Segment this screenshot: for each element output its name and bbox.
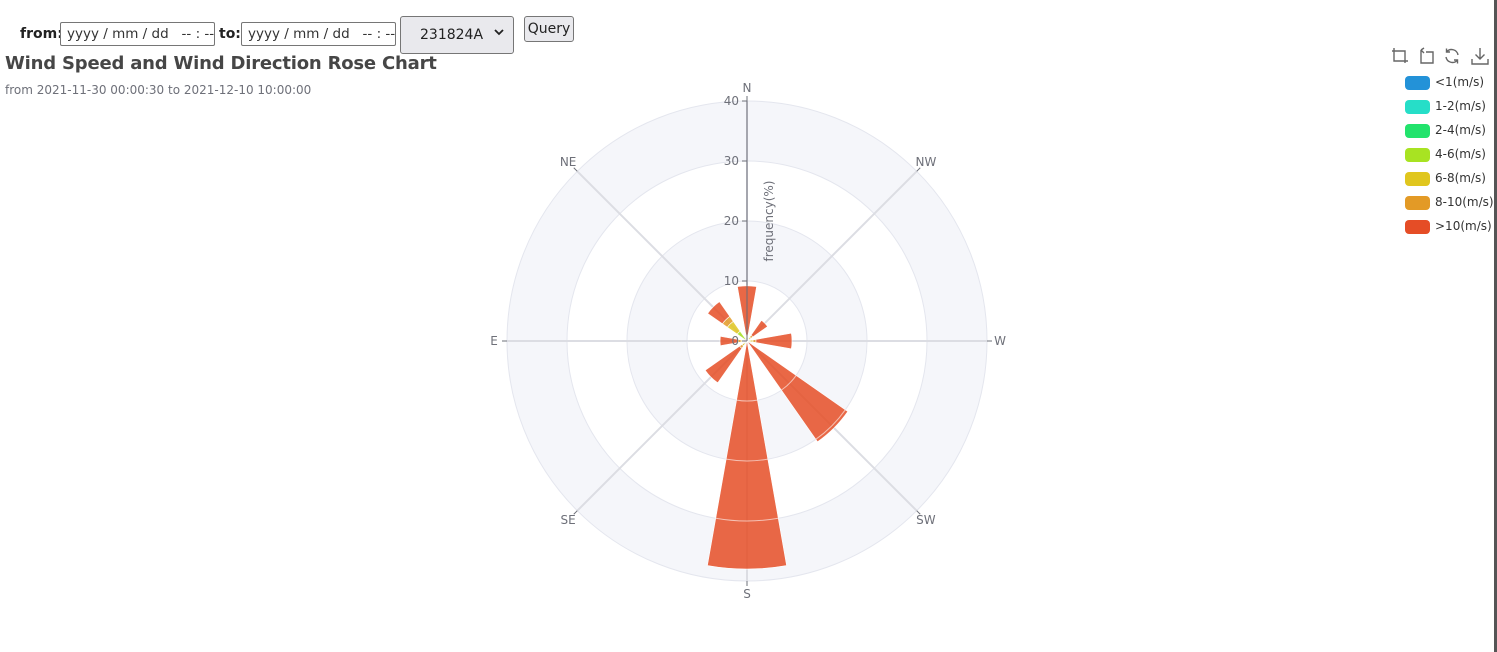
direction-label: NE xyxy=(560,155,577,169)
legend-swatch xyxy=(1405,76,1430,90)
radius-axis-label: frequency(%) xyxy=(762,181,776,262)
legend-swatch xyxy=(1405,196,1430,210)
legend-swatch xyxy=(1405,220,1430,234)
direction-label: SW xyxy=(916,513,936,527)
direction-label: NW xyxy=(915,155,936,169)
radius-tick-label: 10 xyxy=(724,274,739,288)
legend-swatch xyxy=(1405,124,1430,138)
legend-label: 4-6(m/s) xyxy=(1435,147,1486,161)
radius-tick-label: 40 xyxy=(724,94,739,108)
legend-label: 6-8(m/s) xyxy=(1435,171,1486,185)
direction-label: N xyxy=(743,81,752,95)
legend-label: 2-4(m/s) xyxy=(1435,123,1486,137)
legend-swatch xyxy=(1405,148,1430,162)
direction-label: W xyxy=(994,334,1006,348)
rose-bar-segment[interactable] xyxy=(752,339,757,343)
radius-tick-label: 0 xyxy=(731,334,739,348)
radius-tick-label: 30 xyxy=(724,154,739,168)
legend-label: 1-2(m/s) xyxy=(1435,99,1486,113)
direction-label: S xyxy=(743,587,751,601)
legend-swatch xyxy=(1405,172,1430,186)
legend-label: >10(m/s) xyxy=(1435,219,1492,233)
direction-label: SE xyxy=(561,513,576,527)
rose-bar-segment[interactable] xyxy=(749,339,754,343)
legend-label: <1(m/s) xyxy=(1435,75,1485,89)
direction-label: E xyxy=(490,334,498,348)
radius-tick-label: 20 xyxy=(724,214,739,228)
wind-rose-chart: 0 10 20 30 40 frequency(%) N NW W SW S SE E NE xyxy=(490,81,1006,601)
legend-label: 8-10(m/s) xyxy=(1435,195,1494,209)
legend-swatch xyxy=(1405,100,1430,114)
